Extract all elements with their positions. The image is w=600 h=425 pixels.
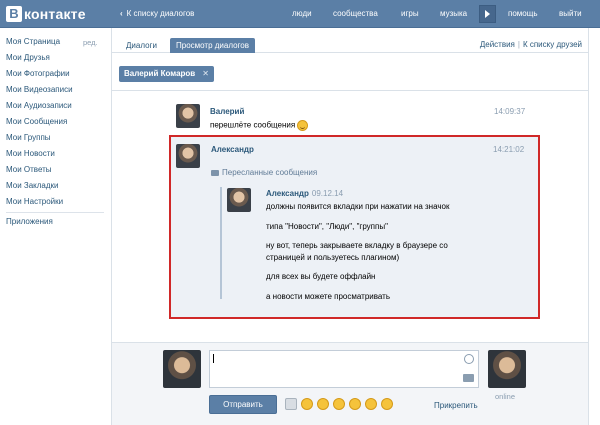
emoji-icon[interactable] <box>381 398 393 410</box>
emoji-icon[interactable] <box>317 398 329 410</box>
chevron-left-icon: ‹ <box>120 9 123 18</box>
nav-music[interactable]: музыка <box>440 9 467 18</box>
nav-games[interactable]: игры <box>401 9 419 18</box>
sidebar-item-groups[interactable]: Мои Группы <box>6 133 51 142</box>
emoji-icon[interactable] <box>349 398 361 410</box>
send-button[interactable]: Отправить <box>209 395 277 414</box>
sidebar-item-friends[interactable]: Мои Друзья <box>6 53 50 62</box>
contact-avatar[interactable] <box>488 350 526 388</box>
tabs-actions: Действия | К списку друзей <box>480 40 582 49</box>
forwarded-line: для всех вы будете оффлайн <box>266 272 376 281</box>
forwarded-author-name[interactable]: Александр <box>266 189 309 198</box>
close-icon[interactable]: ✕ <box>202 69 209 78</box>
emoji-icon[interactable] <box>365 398 377 410</box>
forwarded-line: типа "Новости", "Люди", "группы" <box>266 222 388 231</box>
divider <box>112 90 588 91</box>
dialog-panel: Диалоги Просмотр диалогов Действия | К спи… <box>111 28 589 425</box>
message-input[interactable] <box>209 350 479 388</box>
forwarded-date: 09.12.14 <box>311 189 344 198</box>
forwarded-messages-label: Пересланные сообщения <box>211 168 317 177</box>
sidebar-item-apps[interactable]: Приложения <box>6 217 53 226</box>
smile-emoji-icon <box>297 120 309 131</box>
vk-logo[interactable]: B контакте <box>6 5 86 23</box>
nav-help[interactable]: помощь <box>508 9 537 18</box>
tabs-bar: Диалоги Просмотр диалогов Действия | К спи… <box>112 36 588 53</box>
text-caret <box>213 354 214 363</box>
avatar[interactable] <box>227 188 251 212</box>
online-status: online <box>495 392 516 401</box>
sidebar-item-news[interactable]: Мои Новости <box>6 149 55 158</box>
forwarded-author: Александр 09.12.14 <box>266 189 343 198</box>
sidebar-edit-link[interactable]: ред. <box>83 38 98 47</box>
sidebar-item-settings[interactable]: Мои Настройки <box>6 197 63 206</box>
tab-view-dialogs[interactable]: Просмотр диалогов <box>170 38 255 53</box>
sidebar-item-messages[interactable]: Мои Сообщения <box>6 117 67 126</box>
message-time: 14:09:37 <box>494 107 526 116</box>
attach-link[interactable]: Прикрепить <box>434 401 478 410</box>
sidebar-divider <box>6 212 104 213</box>
logo-letter: B <box>6 6 22 22</box>
smile-icon[interactable] <box>464 354 474 364</box>
more-menu-button[interactable] <box>479 5 496 23</box>
contact-tag-label: Валерий Комаров <box>124 69 196 78</box>
forwarded-line: должны появится вкладки при нажатии на з… <box>266 202 450 211</box>
arrow-right-icon <box>485 10 490 18</box>
nav-logout[interactable]: выйти <box>559 9 582 18</box>
logo-text: контакте <box>24 6 86 22</box>
message-time: 14:21:02 <box>493 145 525 154</box>
separator: | <box>517 40 520 49</box>
avatar[interactable] <box>176 104 200 128</box>
own-avatar[interactable] <box>163 350 201 388</box>
sidebar-item-audio[interactable]: Мои Аудиозаписи <box>6 101 72 110</box>
contact-filter-tag: Валерий Комаров ✕ <box>119 66 214 82</box>
avatar[interactable] <box>176 144 200 168</box>
emoji-icon[interactable] <box>301 398 313 410</box>
nav-communities[interactable]: сообщества <box>333 9 378 18</box>
sticker-icon[interactable] <box>285 398 297 410</box>
message-text-content: перешлёте сообщения <box>210 120 296 130</box>
forwarded-line: ну вот, теперь закрываете вкладку в брау… <box>266 241 448 250</box>
back-to-dialogs-label: К списку диалогов <box>126 9 195 18</box>
emoji-icon[interactable] <box>333 398 345 410</box>
message-author[interactable]: Александр <box>211 145 254 154</box>
forwarded-line: а новости можете просматривать <box>266 292 390 301</box>
to-friends-link[interactable]: К списку друзей <box>523 40 582 49</box>
tab-dialogs[interactable]: Диалоги <box>120 38 163 53</box>
sidebar-item-videos[interactable]: Мои Видеозаписи <box>6 85 73 94</box>
back-to-dialogs-link[interactable]: ‹ К списку диалогов <box>120 9 194 18</box>
nav-people[interactable]: люди <box>292 9 312 18</box>
forwarded-label-text: Пересланные сообщения <box>222 168 318 177</box>
quote-bar <box>220 187 222 299</box>
left-sidebar: Моя Страница ред. Мои Друзья Мои Фотогра… <box>0 28 110 425</box>
sidebar-item-my-page[interactable]: Моя Страница <box>6 37 60 46</box>
message-author[interactable]: Валерий <box>210 107 244 116</box>
actions-link[interactable]: Действия <box>480 40 515 49</box>
top-bar: B контакте ‹ К списку диалогов люди сообщ… <box>0 0 600 28</box>
camera-icon[interactable] <box>463 374 474 382</box>
sidebar-item-bookmarks[interactable]: Мои Закладки <box>6 181 59 190</box>
sidebar-item-answers[interactable]: Мои Ответы <box>6 165 52 174</box>
forward-icon <box>211 170 219 176</box>
sidebar-item-photos[interactable]: Мои Фотографии <box>6 69 70 78</box>
message-text: перешлёте сообщения <box>210 120 309 131</box>
forwarded-line: страницей и пользуетесь плагином) <box>266 253 400 262</box>
